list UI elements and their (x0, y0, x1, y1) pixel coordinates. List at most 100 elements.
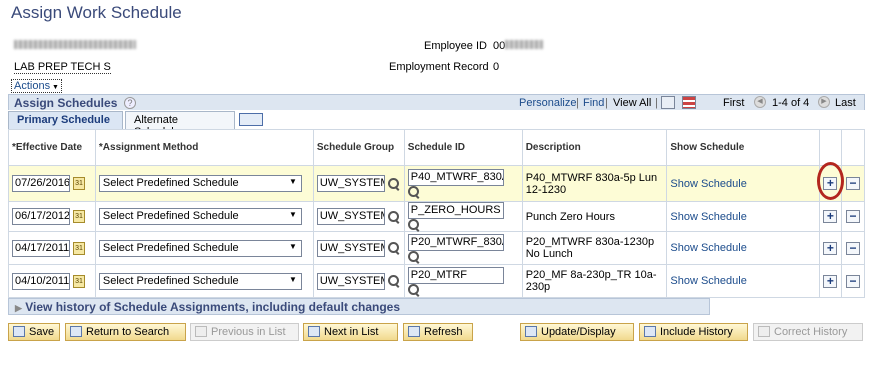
effective-date-input[interactable]: 04/10/2011 (12, 272, 70, 290)
tab-alternate-schedule[interactable]: Alternate Schedule (125, 111, 235, 138)
actions-menu[interactable]: Actions ▼ (11, 79, 62, 93)
schedule-id-input[interactable]: P20_MTWRF_830A (407, 233, 504, 251)
refresh-button[interactable]: Refresh (403, 323, 473, 341)
table-row: 07/26/2016 31 Select Predefined Schedule… (8, 162, 866, 202)
assignment-method-value: Select Predefined Schedule (102, 210, 239, 223)
employee-name-redacted (14, 40, 136, 49)
include-history-button[interactable]: Include History (639, 323, 748, 341)
history-label: View history of Schedule Assignments, in… (25, 300, 401, 314)
calendar-icon[interactable]: 31 (73, 177, 86, 190)
download-spreadsheet-icon[interactable] (682, 96, 696, 109)
view-all-link[interactable]: View All (613, 97, 651, 109)
schedule-group-input[interactable]: UW_SYSTEM (316, 208, 385, 226)
actions-label: Actions (14, 80, 51, 92)
calendar-icon[interactable]: 31 (73, 241, 86, 255)
first-label[interactable]: First (723, 97, 744, 109)
refresh-label: Refresh (424, 326, 463, 338)
add-row-button[interactable]: + (823, 210, 838, 224)
history-icon (644, 326, 656, 337)
help-icon[interactable]: ? (124, 97, 136, 109)
assignment-method-value: Select Predefined Schedule (102, 274, 239, 287)
save-button[interactable]: Save (8, 323, 60, 341)
return-label: Return to Search (86, 326, 170, 338)
separator: | (605, 97, 608, 109)
grid-header: Assign Schedules ? Personalize | Find | … (8, 94, 865, 110)
show-schedule-link[interactable]: Show Schedule (670, 242, 746, 254)
calendar-icon[interactable]: 31 (73, 274, 86, 288)
search-icon (70, 326, 82, 337)
job-title: LAB PREP TECH S (14, 61, 111, 74)
save-label: Save (29, 326, 55, 338)
effective-date-input[interactable]: 06/17/2012 (12, 208, 70, 226)
next-in-list-button[interactable]: Next in List (303, 323, 398, 341)
show-schedule-link[interactable]: Show Schedule (670, 211, 746, 223)
delete-row-button[interactable]: − (845, 177, 860, 190)
search-icon[interactable] (387, 275, 400, 287)
zoom-icon[interactable] (661, 96, 675, 109)
search-icon[interactable] (387, 242, 400, 254)
schedule-id-input[interactable]: P40_MTWRF_830A (407, 168, 504, 186)
schedule-group-input[interactable]: UW_SYSTEM (316, 175, 385, 192)
show-schedule-link[interactable]: Show Schedule (670, 178, 746, 190)
next-icon (308, 326, 320, 337)
search-icon[interactable] (407, 186, 420, 198)
search-icon[interactable] (387, 210, 400, 223)
description: Punch Zero Hours (521, 200, 668, 233)
tab-primary-schedule[interactable]: Primary Schedule (8, 111, 123, 129)
assignment-method-select[interactable]: Select Predefined Schedule ▼ (98, 175, 302, 192)
row-range: 1-4 of 4 (772, 97, 810, 109)
description: P40_MTWRF 830a-5p Lun 12-1230 (521, 165, 668, 202)
caret-right-icon: ▶ (15, 303, 22, 313)
previous-arrow-icon[interactable]: ◀ (754, 96, 766, 108)
delete-row-button[interactable]: − (845, 274, 860, 288)
calendar-icon[interactable]: 31 (73, 210, 86, 224)
col-effective-date: *Effective Date (8, 129, 96, 166)
update-display-button[interactable]: Update/Display (520, 323, 634, 341)
history-collapsible[interactable]: ▶ View history of Schedule Assignments, … (8, 298, 710, 315)
assignment-method-select[interactable]: Select Predefined Schedule ▼ (98, 272, 302, 290)
delete-row-button[interactable]: − (845, 241, 860, 255)
effective-date-input[interactable]: 04/17/2011 (12, 239, 70, 257)
section-title: Assign Schedules (14, 96, 118, 110)
chevron-down-icon: ▼ (288, 177, 297, 186)
add-row-button[interactable]: + (823, 241, 838, 255)
employee-id-value: 00 (493, 40, 506, 52)
chevron-down-icon: ▼ (288, 274, 297, 284)
search-icon[interactable] (407, 250, 420, 263)
previous-icon (195, 326, 207, 337)
schedule-id-input[interactable]: P20_MTRF (407, 266, 504, 284)
show-all-columns-icon[interactable] (239, 113, 263, 126)
personalize-link[interactable]: Personalize (519, 97, 576, 109)
return-to-search-button[interactable]: Return to Search (65, 323, 186, 341)
assignment-method-select[interactable]: Select Predefined Schedule ▼ (98, 239, 302, 257)
schedule-grid: *Effective Date *Assignment Method Sched… (8, 129, 866, 299)
schedule-id-input[interactable]: P_ZERO_HOURS (407, 202, 504, 219)
find-link[interactable]: Find (583, 97, 604, 109)
table-row: 04/10/2011 31 Select Predefined Schedule… (8, 264, 866, 299)
search-icon[interactable] (387, 177, 400, 190)
previous-in-list-button[interactable]: Previous in List (190, 323, 299, 341)
search-icon[interactable] (407, 219, 420, 231)
show-schedule-link[interactable]: Show Schedule (670, 275, 746, 287)
refresh-icon (408, 326, 420, 337)
col-description: Description (521, 129, 668, 166)
table-row: 06/17/2012 31 Select Predefined Schedule… (8, 200, 866, 233)
assignment-method-select[interactable]: Select Predefined Schedule ▼ (98, 208, 302, 226)
description: P20_MTWRF 830a-1230p No Lunch (521, 231, 668, 266)
next-label: Next in List (324, 326, 379, 338)
employee-id-redacted (505, 40, 543, 49)
last-label[interactable]: Last (835, 97, 856, 109)
employee-id-label: Employee ID (424, 40, 487, 52)
chevron-down-icon: ▼ (50, 84, 59, 91)
schedule-group-input[interactable]: UW_SYSTEM (316, 272, 385, 290)
schedule-group-input[interactable]: UW_SYSTEM (316, 239, 385, 257)
correct-icon (758, 326, 770, 337)
page-title: Assign Work Schedule (11, 3, 182, 22)
next-arrow-icon[interactable]: ▶ (818, 96, 830, 108)
update-icon (525, 326, 537, 337)
add-row-button[interactable]: + (823, 274, 838, 288)
effective-date-input[interactable]: 07/26/2016 (12, 175, 70, 192)
delete-row-button[interactable]: − (845, 210, 860, 224)
search-icon[interactable] (407, 283, 420, 296)
correct-history-button[interactable]: Correct History (753, 323, 863, 341)
